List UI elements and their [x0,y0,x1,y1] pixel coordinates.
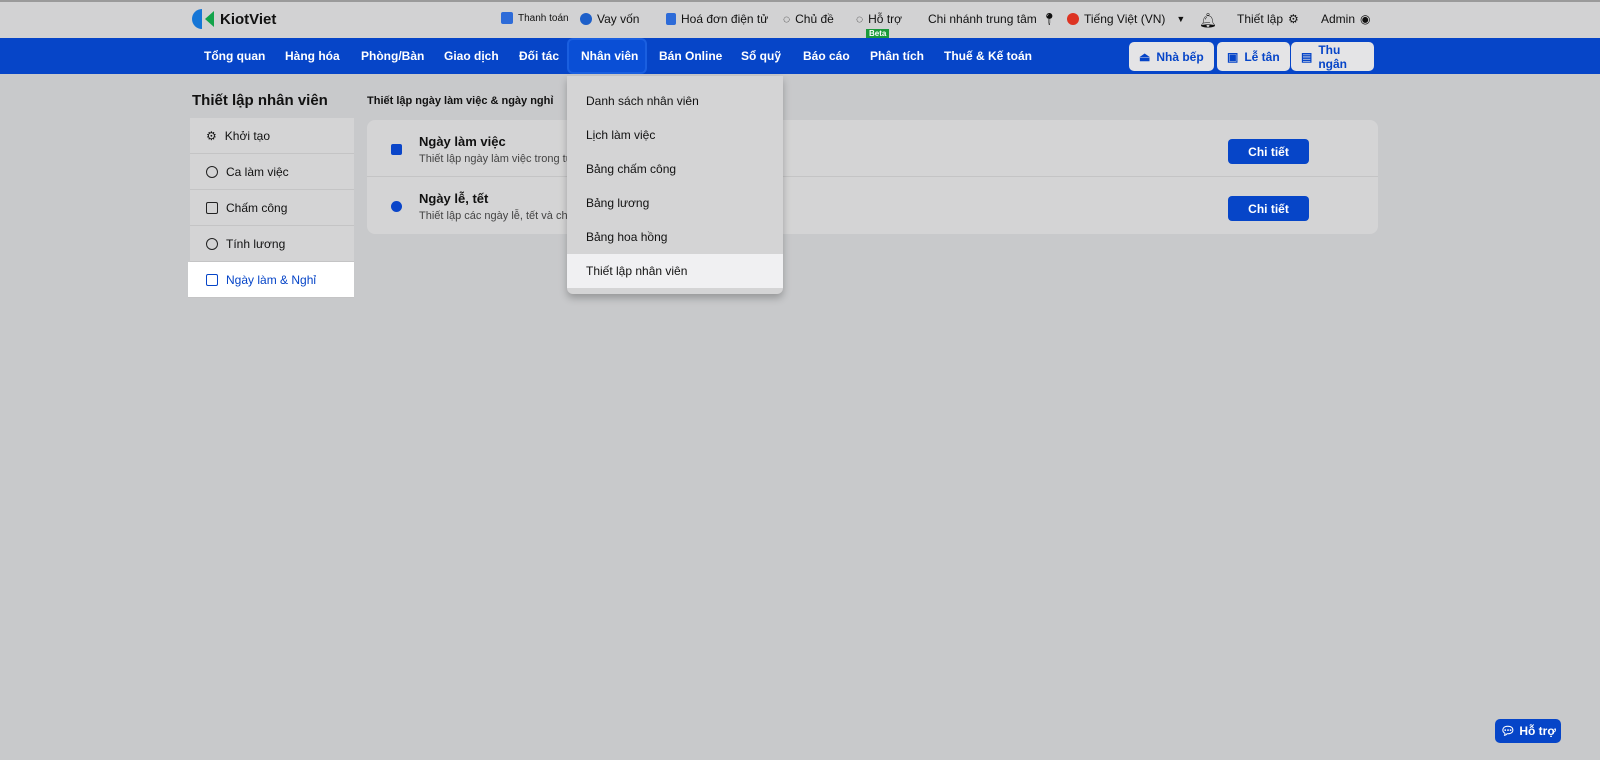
list-item: Ngày làm việc Thiết lập ngày làm việc tro… [367,120,1378,177]
nav-rooms[interactable]: Phòng/Bàn [361,49,424,63]
user-icon: ◉ [1360,12,1371,26]
brand-name: KiotViet [220,10,277,28]
sidebar-label: Chấm công [226,200,288,215]
menu-item-employee-list[interactable]: Danh sách nhân viên [567,84,783,118]
calendar-icon [391,144,402,155]
nav-reports[interactable]: Báo cáo [803,49,850,63]
document-icon: ▤ [1301,49,1313,64]
list-item: Ngày lễ, tết Thiết lập các ngày lễ, tết v… [367,177,1378,234]
chat-icon: ◌ [856,12,864,26]
logo-icon [192,9,202,29]
logo-arrow-icon [205,11,214,27]
reception-button[interactable]: ▣ Lễ tân [1217,42,1290,71]
clock-icon [391,201,402,212]
sidebar-item-init[interactable]: ⚙ Khởi tạo [190,118,354,154]
nav-products[interactable]: Hàng hóa [285,49,340,63]
gear-icon: ⚙ [1288,12,1299,26]
top-bar: KiotViet Thanh toán Vay vốn Hoá đơn điện… [0,2,1600,38]
caret-down-icon: ▼ [1176,14,1186,24]
nav-transactions[interactable]: Giao dịch [444,49,499,63]
language-label: Tiếng Việt (VN) [1084,12,1166,26]
clock-icon [206,165,218,178]
calendar-check-icon: ▣ [1227,49,1239,64]
theme-link[interactable]: ◌ Chủ đề [783,12,834,26]
support-link[interactable]: ◌ Hỗ trợ [856,12,902,26]
calendar-icon [206,273,218,286]
branch-selector[interactable]: Chi nhánh trung tâm 📍︎ [928,12,1057,26]
loan-label: Vay vốn [597,12,640,26]
vn-flag-icon [1067,13,1079,25]
menu-item-schedule[interactable]: Lịch làm việc [567,118,783,152]
help-button[interactable]: 💬︎ Hỗ trợ [1495,719,1561,743]
loan-link[interactable]: Vay vốn [580,12,639,26]
row-desc: Thiết lập ngày làm việc trong tu [419,153,572,165]
kitchen-button[interactable]: ⏏ Nhà bếp [1129,42,1214,71]
reception-label: Lễ tân [1244,49,1280,64]
sidebar-item-workdays-holidays[interactable]: Ngày làm & Nghỉ [188,262,354,298]
payment-link[interactable]: Thanh toán [501,12,569,24]
menu-item-timesheet[interactable]: Bảng chấm công [567,152,783,186]
employees-dropdown: Danh sách nhân viên Lịch làm việc Bảng c… [567,76,783,294]
nav-employees[interactable]: Nhân viên [581,49,638,63]
dollar-icon [206,237,218,250]
nav-tax-accounting[interactable]: Thuế & Kế toán [944,49,1032,63]
settings-label: Thiết lập [1237,12,1284,26]
support-label: Hỗ trợ [868,12,903,26]
section-title: Thiết lập ngày làm việc & ngày nghỉ [367,95,554,107]
bell-icon[interactable]: 🔔︎ [1199,12,1217,29]
einvoice-label: Hoá đơn điện tử [681,12,769,26]
sidebar-item-timekeeping[interactable]: Chấm công [190,190,354,226]
payment-label: Thanh toán [518,12,569,24]
brand-logo[interactable]: KiotViet [192,9,276,29]
settings-sidebar: ⚙ Khởi tạo Ca làm việc Chấm công Tính lươ… [188,118,354,298]
sidebar-item-payroll[interactable]: Tính lương [190,226,354,262]
gear-icon: ⚙ [206,128,217,143]
menu-item-employee-settings[interactable]: Thiết lập nhân viên [567,254,783,288]
beta-badge: Beta [866,29,890,38]
payment-icon [501,12,513,24]
invoice-icon [666,13,676,25]
sidebar-label: Ngày làm & Nghỉ [226,272,317,287]
chat-icon: 💬︎ [1500,724,1516,738]
nav-overview[interactable]: Tổng quan [204,49,265,63]
sidebar-label: Khởi tạo [224,128,270,143]
eject-icon: ⏏ [1139,49,1151,64]
user-menu[interactable]: Admin ◉ [1321,12,1371,26]
nav-cashbook[interactable]: Sổ quỹ [741,49,781,63]
cashier-label: Thu ngân [1318,42,1348,71]
nav-analytics[interactable]: Phân tích [870,49,924,63]
branch-label: Chi nhánh trung tâm [928,12,1037,26]
help-label: Hỗ trợ [1519,724,1556,738]
settings-link[interactable]: Thiết lập ⚙ [1237,12,1299,26]
row-title: Ngày lễ, tết [419,191,489,206]
sidebar-label: Tính lương [226,236,286,251]
nav-online-sales[interactable]: Bán Online [659,49,722,63]
language-selector[interactable]: Tiếng Việt (VN) ▼ [1067,12,1185,26]
row-desc: Thiết lập các ngày lễ, tết và chín [419,210,577,222]
theme-label: Chủ đề [795,12,834,26]
location-pin-icon: 📍︎ [1041,12,1057,26]
menu-item-payroll[interactable]: Bảng lương [567,186,783,220]
einvoice-link[interactable]: Hoá đơn điện tử [666,12,768,26]
row-title: Ngày làm việc [419,134,506,149]
detail-button[interactable]: Chi tiết [1228,196,1309,221]
calendar-icon [206,201,218,214]
nav-partners[interactable]: Đối tác [519,49,559,63]
kitchen-label: Nhà bếp [1156,49,1204,64]
page-title: Thiết lập nhân viên [192,92,328,109]
money-bag-icon [580,13,592,25]
sidebar-label: Ca làm việc [226,164,289,179]
cashier-button[interactable]: ▤ Thu ngân [1291,42,1374,71]
user-label: Admin [1321,12,1356,26]
main-nav: Tổng quan Hàng hóa Phòng/Bàn Giao dịch Đ… [0,38,1600,74]
settings-card: Ngày làm việc Thiết lập ngày làm việc tro… [367,120,1378,234]
menu-item-commission[interactable]: Bảng hoa hồng [567,220,783,254]
detail-button[interactable]: Chi tiết [1228,139,1309,164]
sidebar-item-shifts[interactable]: Ca làm việc [190,154,354,190]
palette-icon: ◌ [783,12,791,26]
